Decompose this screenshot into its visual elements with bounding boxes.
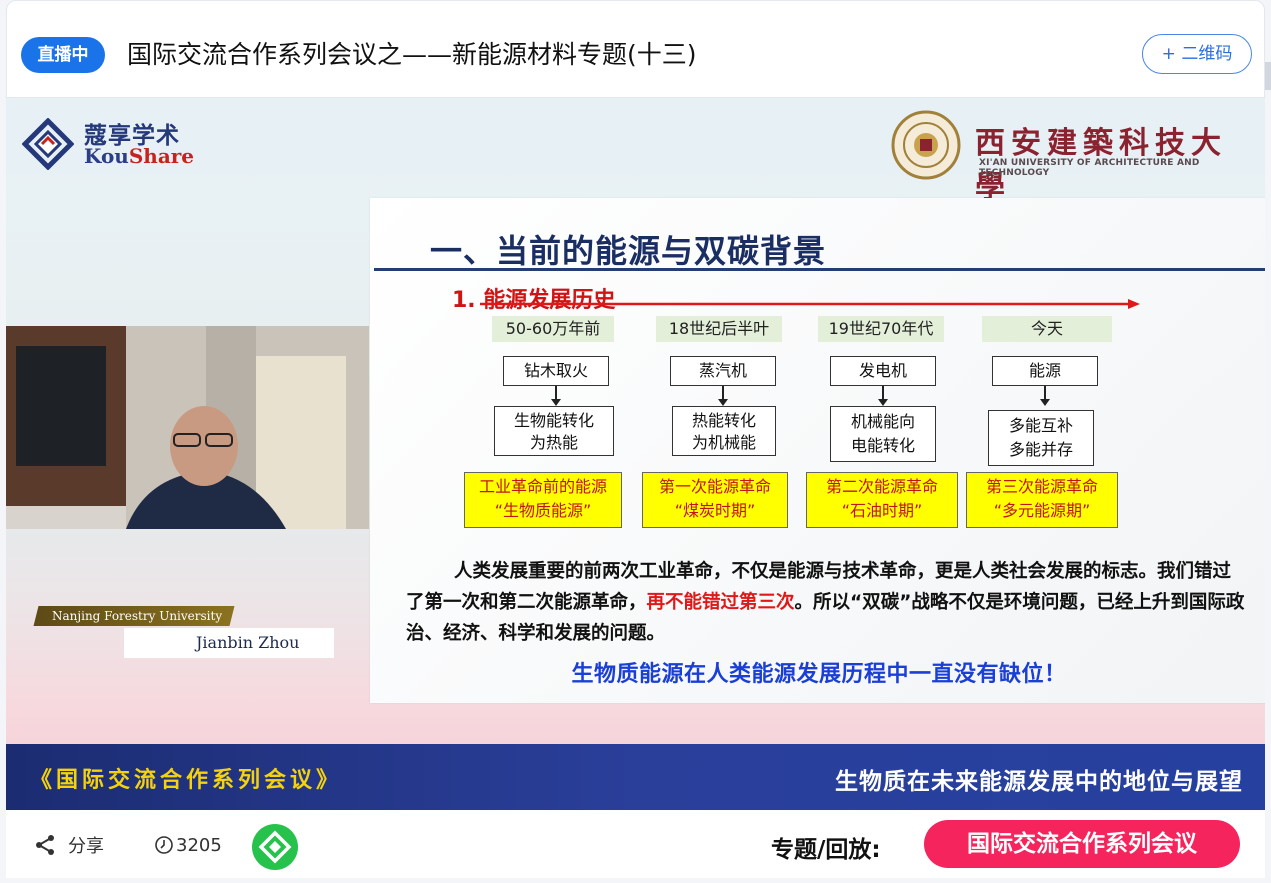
stage-era: 18世纪后半叶 [656,316,782,342]
down-arrow-icon [718,386,728,406]
stage-revolution: 第一次能源革命 “煤炭时期” [642,472,788,528]
down-arrow-icon [878,386,888,406]
bottom-banner: 《国际交流合作系列会议》 生物质在未来能源发展中的地位与展望 [6,744,1265,810]
stage-step-2: 多能互补 多能并存 [988,410,1094,466]
slide-heading: 一、当前的能源与双碳背景 [430,232,827,270]
header-bar: 直播中 国际交流合作系列会议之——新能源材料专题(十三) + 二维码 [6,0,1265,98]
share-label: 分享 [68,836,104,857]
page-title: 国际交流合作系列会议之——新能源材料专题(十三) [127,40,697,69]
stage-revolution: 工业革命前的能源 “生物质能源” [464,472,622,528]
timeline-arrow-icon [480,299,1140,309]
views-clock-icon [155,836,173,854]
slide-paragraph: 人类发展重要的前两次工业革命，不仅是能源与技术革命，更是人类社会发展的标志。我们… [406,561,1245,644]
video-player[interactable]: 蔻享学术 KouShare 西安建築科技大學 XI'AN UNIVERSITY … [6,98,1265,810]
view-count-value: 3205 [176,834,222,856]
app-frame: 直播中 国际交流合作系列会议之——新能源材料专题(十三) + 二维码 蔻享学术 … [0,0,1271,883]
stage-era: 19世纪70年代 [818,316,944,342]
highlight-text: 再不能错过第三次 [646,592,795,613]
topic-label: 专题/回放: [771,837,881,863]
view-count: 3205 [154,832,222,858]
share-icon [36,835,54,855]
stage-era: 50-60万年前 [492,316,614,342]
speaker-image [6,326,369,529]
stage-step-2: 生物能转化 为热能 [494,406,614,456]
xauat-name-en: XI'AN UNIVERSITY OF ARCHITECTURE AND TEC… [979,158,1200,178]
talk-title: 生物质在未来能源发展中的地位与展望 [835,769,1243,795]
app-logo-button[interactable] [252,824,298,870]
koushare-logo: 蔻享学术 KouShare [22,116,195,172]
university-seal-icon [891,110,961,180]
stage-revolution: 第二次能源革命 “石油时期” [806,472,958,528]
series-title: 《国际交流合作系列会议》 [30,767,343,793]
heading-divider [374,268,1265,271]
speaker-nameplate: Nanjing Forestry University Jianbin Zhou [33,606,346,658]
live-badge: 直播中 [21,37,105,73]
presentation-slide: 一、当前的能源与双碳背景 1. 能源发展历史 50-60万年前 钻木取火 生物能… [370,198,1265,703]
koushare-mark-icon [22,118,74,170]
down-arrow-icon [1040,386,1050,406]
footer-bar: 分享 3205 专题/回放: 国际交流合作系列会议 [6,810,1265,878]
stage-revolution: 第三次能源革命 “多元能源期” [966,472,1118,528]
topic-link-button[interactable]: 国际交流合作系列会议 [924,820,1240,868]
stage-step-1: 钻木取火 [503,356,609,386]
app-logo-icon [258,830,292,864]
stage-step-1: 发电机 [830,356,936,386]
slide-conclusion: 生物质能源在人类能源发展历程中一直没有缺位！ [571,662,1067,687]
stage-era: 今天 [982,316,1112,342]
speaker-video [6,326,369,529]
down-arrow-icon [551,386,561,406]
share-button[interactable]: 分享 [34,832,104,858]
xauat-logo: 西安建築科技大學 XI'AN UNIVERSITY OF ARCHITECTUR… [891,106,1257,205]
stage-step-2: 机械能向 电能转化 [830,406,936,462]
stage-step-2: 热能转化 为机械能 [672,406,776,456]
scrollbar[interactable] [1265,62,1271,90]
speaker-institution: Nanjing Forestry University [33,606,235,626]
speaker-name: Jianbin Zhou [124,628,334,658]
qr-code-button[interactable]: + 二维码 [1142,34,1252,74]
stage-step-1: 蒸汽机 [670,356,776,386]
stage-step-1: 能源 [992,356,1098,386]
koushare-name-en: KouShare [84,144,195,168]
